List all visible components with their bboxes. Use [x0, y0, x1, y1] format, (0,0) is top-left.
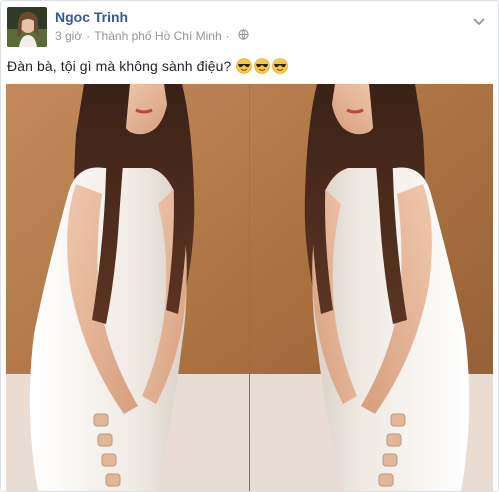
post-timestamp[interactable]: 3 giờ — [55, 29, 82, 43]
photo-canvas — [6, 84, 493, 491]
post-header: Ngoc Trinh 3 giờ · Thành phố Hồ Chí Minh… — [7, 7, 487, 47]
sunglasses-emoji — [272, 58, 289, 74]
meta-separator: · — [225, 29, 230, 43]
author-avatar[interactable] — [7, 7, 47, 47]
post-photo[interactable] — [6, 84, 493, 491]
chevron-down-icon[interactable] — [473, 13, 485, 31]
sunglasses-emoji — [254, 58, 271, 74]
post-text: Đàn bà, tội gì mà không sành điệu? — [7, 58, 232, 74]
avatar-image — [7, 7, 47, 47]
post-location[interactable]: Thành phố Hồ Chí Minh — [94, 29, 221, 43]
post-meta: 3 giờ · Thành phố Hồ Chí Minh · — [55, 29, 249, 43]
emoji-row — [236, 58, 289, 74]
globe-icon[interactable] — [237, 29, 249, 43]
sunglasses-emoji — [236, 58, 253, 74]
meta-separator: · — [86, 29, 91, 43]
author-name[interactable]: Ngoc Trinh — [55, 9, 128, 25]
post-text-row: Đàn bà, tội gì mà không sành điệu? — [7, 58, 289, 74]
post-card: Ngoc Trinh 3 giờ · Thành phố Hồ Chí Minh… — [0, 0, 499, 492]
